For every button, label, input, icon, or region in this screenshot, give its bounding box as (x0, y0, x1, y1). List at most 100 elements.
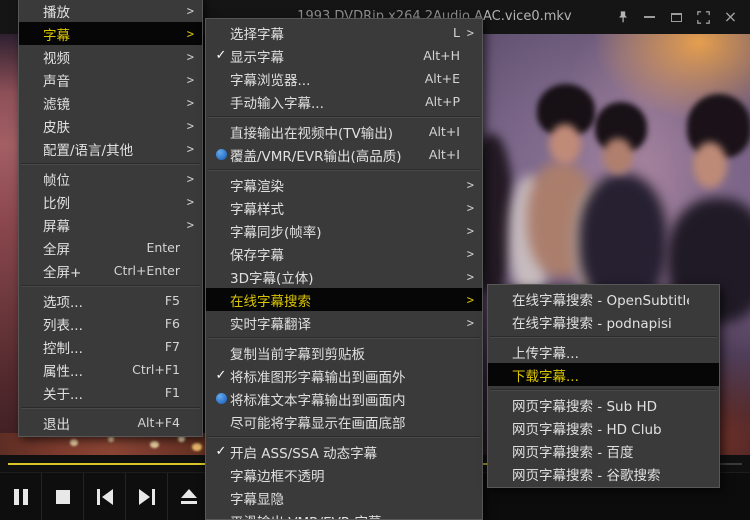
menu-item-shortcut: L (453, 25, 460, 40)
menu-item[interactable]: 字幕样式 > (206, 196, 482, 219)
submenu-arrow-icon: > (186, 171, 194, 186)
menu-item-label: 选项... (43, 294, 83, 311)
menu-item-shortcut: F1 (164, 385, 180, 400)
menu-item-label: 在线字幕搜索 - podnapisi (512, 315, 672, 332)
menu-item-label: 实时字幕翻译 (230, 316, 311, 333)
menu-item[interactable]: 关于... F1 (19, 381, 202, 404)
menu-item[interactable]: 平滑输出 VMR/EVR 字幕 (206, 509, 482, 520)
menu-item-label: 字幕 (43, 27, 70, 44)
window-buttons: × (609, 4, 744, 30)
menu-item-label: 覆盖/VMR/EVR输出(高品质) (230, 148, 402, 165)
menu-item[interactable]: 字幕显隐 (206, 486, 482, 509)
menu-item-shortcut: Alt+H (423, 48, 460, 63)
fullscreen-button[interactable] (690, 4, 717, 30)
menu-item-label: 全屏+ (43, 264, 82, 281)
menu-item[interactable]: 选择字幕 L > (206, 21, 482, 44)
menu-item[interactable]: 覆盖/VMR/EVR输出(高品质) Alt+I (206, 143, 482, 166)
menu-item-label: 将标准图形字幕输出到画面外 (230, 369, 406, 386)
menu-item[interactable]: 屏幕 > (19, 213, 202, 236)
submenu-arrow-icon: > (186, 26, 194, 41)
menu-item[interactable]: 3D字幕(立体) > (206, 265, 482, 288)
menu-item[interactable]: 网页字幕搜索 - 百度 (488, 439, 719, 462)
menu-item[interactable]: 全屏+ Ctrl+Enter (19, 259, 202, 282)
menu-item-shortcut: Enter (146, 240, 180, 255)
eject-icon (180, 489, 197, 504)
menu-item-label: 字幕样式 (230, 201, 284, 218)
menu-item[interactable]: 配置/语言/其他 > (19, 137, 202, 160)
previous-button[interactable] (84, 473, 126, 520)
menu-item[interactable]: 实时字幕翻译 > (206, 311, 482, 334)
menu-item-label: 网页字幕搜索 - 谷歌搜索 (512, 467, 661, 484)
menu-item-label: 在线字幕搜索 (230, 293, 311, 310)
menu-item[interactable]: 字幕 > (19, 22, 202, 45)
menu-item[interactable]: 复制当前字幕到剪贴板 (206, 341, 482, 364)
check-icon: ✓ (215, 368, 227, 383)
submenu-arrow-icon: > (466, 200, 474, 215)
menu-item[interactable]: 滤镜 > (19, 91, 202, 114)
next-button[interactable] (126, 473, 168, 520)
menu-item-label: 平滑输出 VMR/EVR 字幕 (230, 511, 382, 520)
menu-item[interactable]: 退出 Alt+F4 (19, 411, 202, 434)
menu-item[interactable]: 下载字幕... (488, 363, 719, 386)
menu-item[interactable]: 播放 > (19, 0, 202, 22)
menu-item[interactable]: 上传字幕... (488, 340, 719, 363)
menu-item[interactable]: 全屏 Enter (19, 236, 202, 259)
menu-item[interactable]: ✓ 开启 ASS/SSA 动态字幕 (206, 440, 482, 463)
menu-item-label: 手动输入字幕... (230, 95, 324, 112)
video-highlight (192, 443, 202, 451)
menu-item[interactable]: 选项... F5 (19, 289, 202, 312)
close-button[interactable]: × (717, 4, 744, 30)
menu-item[interactable]: 列表... F6 (19, 312, 202, 335)
menu-separator (208, 114, 480, 119)
maximize-button[interactable] (663, 4, 690, 30)
menu-item-label: 帧位 (43, 172, 70, 189)
video-edge-strip (0, 34, 18, 458)
menu-item[interactable]: 声音 > (19, 68, 202, 91)
menu-item[interactable]: 字幕同步(帧率) > (206, 219, 482, 242)
menu-item-label: 字幕渲染 (230, 178, 284, 195)
menu-item-shortcut: Ctrl+Enter (113, 263, 180, 278)
pin-button[interactable] (609, 4, 636, 30)
menu-item[interactable]: 字幕浏览器... Alt+E (206, 67, 482, 90)
menu-item[interactable]: 字幕边框不透明 (206, 463, 482, 486)
submenu-arrow-icon: > (186, 194, 194, 209)
menu-item[interactable]: 皮肤 > (19, 114, 202, 137)
menu-item[interactable]: ✓ 将标准图形字幕输出到画面外 (206, 364, 482, 387)
pause-button[interactable] (0, 473, 42, 520)
eject-button[interactable] (168, 473, 210, 520)
menu-item[interactable]: 在线字幕搜索 - podnapisi (488, 310, 719, 333)
menu-item-label: 屏幕 (43, 218, 70, 235)
menu-item-shortcut: F6 (164, 316, 180, 331)
menu-item-label: 视频 (43, 50, 70, 67)
menu-item-label: 显示字幕 (230, 49, 284, 66)
menu-item-label: 选择字幕 (230, 26, 284, 43)
menu-item[interactable]: 网页字幕搜索 - 谷歌搜索 (488, 462, 719, 485)
menu-item[interactable]: 视频 > (19, 45, 202, 68)
stop-icon (55, 489, 70, 504)
video-figure (603, 138, 633, 174)
menu-item-label: 字幕边框不透明 (230, 468, 325, 485)
menu-item[interactable]: 控制... F7 (19, 335, 202, 358)
context-menu-online-subtitle-search: 在线字幕搜索 - OpenSubtitles 在线字幕搜索 - podnapisi… (487, 284, 720, 488)
menu-item[interactable]: 网页字幕搜索 - HD Club (488, 416, 719, 439)
menu-item[interactable]: 在线字幕搜索 - OpenSubtitles (488, 287, 719, 310)
menu-item[interactable]: 属性... Ctrl+F1 (19, 358, 202, 381)
menu-item[interactable]: 将标准文本字幕输出到画面内 (206, 387, 482, 410)
menu-item[interactable]: 保存字幕 > (206, 242, 482, 265)
menu-separator (208, 167, 480, 172)
minimize-button[interactable] (636, 4, 663, 30)
menu-item[interactable]: ✓ 显示字幕 Alt+H (206, 44, 482, 67)
close-icon: × (723, 7, 738, 26)
menu-item[interactable]: 直接输出在视频中(TV输出) Alt+I (206, 120, 482, 143)
menu-item[interactable]: 手动输入字幕... Alt+P (206, 90, 482, 113)
menu-item-shortcut: Alt+I (428, 124, 460, 139)
menu-item[interactable]: 比例 > (19, 190, 202, 213)
stop-button[interactable] (42, 473, 84, 520)
menu-item[interactable]: 在线字幕搜索 > (206, 288, 482, 311)
menu-item[interactable]: 尽可能将字幕显示在画面底部 (206, 410, 482, 433)
radio-gutter (212, 149, 230, 160)
minimize-icon (644, 16, 655, 18)
menu-item[interactable]: 帧位 > (19, 167, 202, 190)
menu-item[interactable]: 字幕渲染 > (206, 173, 482, 196)
menu-item[interactable]: 网页字幕搜索 - Sub HD (488, 393, 719, 416)
